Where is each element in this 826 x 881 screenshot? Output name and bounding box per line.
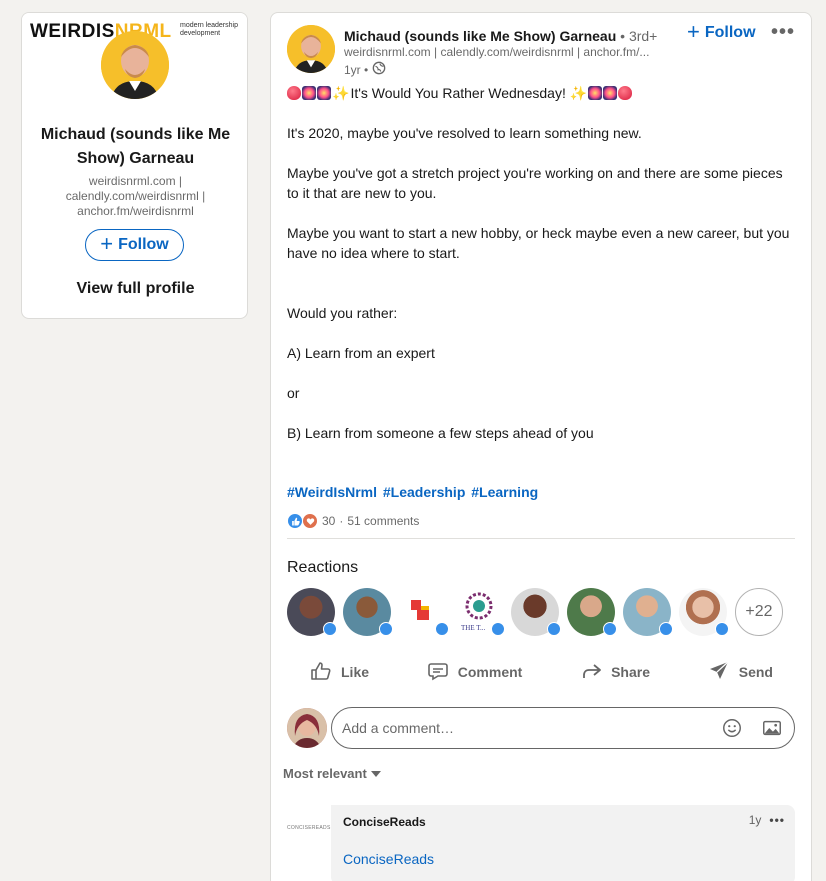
svg-text:THE T...: THE T... (461, 624, 485, 632)
fireworks-icon (603, 86, 618, 100)
caret-down-icon (370, 770, 381, 777)
globe-icon (372, 61, 386, 79)
image-icon[interactable] (760, 716, 784, 740)
post-headline-line: ✨It's Would You Rather Wednesday! ✨ (287, 83, 793, 103)
reactor-avatar[interactable] (343, 588, 393, 636)
post-paragraph: Would you rather: (287, 305, 398, 321)
paper-plane-icon (707, 659, 731, 686)
plus-icon: + (100, 231, 114, 256)
profile-name[interactable]: Michaud (sounds like Me Show) Garneau (22, 123, 247, 171)
comment-input[interactable]: Add a comment… (331, 707, 795, 749)
profile-follow-button[interactable]: + Follow (85, 229, 184, 261)
comment-sort-dropdown[interactable]: Most relevant (283, 766, 381, 781)
current-user-avatar[interactable] (287, 708, 327, 748)
sparkles-icon: ✨ (332, 85, 350, 101)
connection-degree: • 3rd+ (616, 28, 658, 44)
hashtags: #WeirdIsNrml #Leadership #Learning (287, 484, 540, 500)
love-reaction-icon (302, 513, 318, 529)
more-reactors-button[interactable]: +22 (735, 588, 783, 636)
like-reaction-icon (287, 513, 303, 529)
like-badge-icon (715, 622, 729, 636)
post-author-headline: weirdisnrml.com | calendly.com/weirdisnr… (344, 45, 650, 59)
profile-card: WEIRDISNRML modern leadership developmen… (21, 12, 248, 319)
comment-count[interactable]: 51 comments (347, 514, 419, 528)
author-avatar[interactable] (287, 25, 335, 73)
profile-headline: weirdisnrml.com | calendly.com/weirdisnr… (65, 174, 206, 218)
hashtag-link[interactable]: #Leadership (383, 484, 465, 500)
hashtag-link[interactable]: #Learning (471, 484, 538, 500)
balloon-icon (287, 86, 301, 100)
reactor-avatar[interactable]: THE T... (455, 588, 505, 636)
divider (287, 538, 795, 539)
reactors-list: THE T... +22 (287, 588, 783, 636)
like-badge-icon (491, 622, 505, 636)
brand-tagline: modern leadership development (180, 22, 238, 37)
post-card: Michaud (sounds like Me Show) Garneau • … (270, 12, 812, 881)
like-badge-icon (547, 622, 561, 636)
view-full-profile-link[interactable]: View full profile (22, 280, 247, 298)
thumbs-up-icon (309, 659, 333, 686)
fireworks-icon (588, 86, 603, 100)
comment-icon (426, 659, 450, 686)
post-author-name[interactable]: Michaud (sounds like Me Show) Garneau • … (344, 27, 657, 45)
comment-meta: 1y ••• (749, 813, 785, 827)
post-paragraph: Maybe you want to start a new hobby, or … (287, 225, 790, 261)
sparkles-icon: ✨ (569, 85, 588, 101)
emoji-icon[interactable] (720, 716, 744, 740)
comment-placeholder: Add a comment… (342, 720, 455, 736)
balloon-icon (618, 86, 633, 100)
hashtag-link[interactable]: #WeirdIsNrml (287, 484, 377, 500)
post-paragraph: A) Learn from an expert (287, 345, 435, 361)
share-button[interactable]: Share (557, 655, 672, 689)
post-body: ✨It's Would You Rather Wednesday! ✨ It's… (287, 83, 793, 443)
comment-item: ConciseReads 1y ••• ConciseReads (331, 805, 795, 881)
reactor-avatar[interactable] (567, 588, 617, 636)
like-badge-icon (603, 622, 617, 636)
like-badge-icon (659, 622, 673, 636)
commenter-logo[interactable]: CONCISEREADS (287, 825, 330, 837)
comment-more-options-icon[interactable]: ••• (769, 813, 785, 827)
like-button[interactable]: Like (287, 655, 391, 689)
post-more-options-icon[interactable]: ••• (771, 21, 795, 44)
post-paragraph: Maybe you've got a stretch project you'r… (287, 165, 783, 201)
reactor-avatar[interactable] (287, 588, 337, 636)
reactor-avatar[interactable] (399, 588, 449, 636)
share-arrow-icon (579, 659, 603, 686)
reactor-avatar[interactable] (679, 588, 729, 636)
comment-body-link[interactable]: ConciseReads (343, 851, 434, 867)
fireworks-icon (317, 86, 331, 100)
profile-avatar[interactable] (101, 31, 169, 99)
post-timestamp: 1yr • (344, 61, 386, 79)
fireworks-icon (302, 86, 316, 100)
post-paragraph: or (287, 385, 300, 401)
comment-time: 1y (748, 813, 762, 827)
reactor-avatar[interactable] (623, 588, 673, 636)
like-badge-icon (379, 622, 393, 636)
plus-icon: + (687, 19, 700, 44)
send-button[interactable]: Send (685, 655, 795, 689)
comment-button[interactable]: Comment (404, 655, 545, 689)
post-paragraph: It's 2020, maybe you've resolved to lear… (287, 125, 642, 141)
post-actions: Like Comment Share Send (287, 655, 795, 689)
like-badge-icon (323, 622, 337, 636)
post-follow-button[interactable]: + Follow (687, 19, 756, 44)
like-badge-icon (435, 622, 449, 636)
reactor-avatar[interactable] (511, 588, 561, 636)
comment-author-name[interactable]: ConciseReads (343, 815, 426, 829)
reaction-count[interactable]: 30 (322, 514, 335, 528)
social-counts[interactable]: 30 · 51 comments (287, 513, 419, 529)
reactions-heading: Reactions (287, 559, 359, 576)
post-paragraph: B) Learn from someone a few steps ahead … (287, 425, 594, 441)
